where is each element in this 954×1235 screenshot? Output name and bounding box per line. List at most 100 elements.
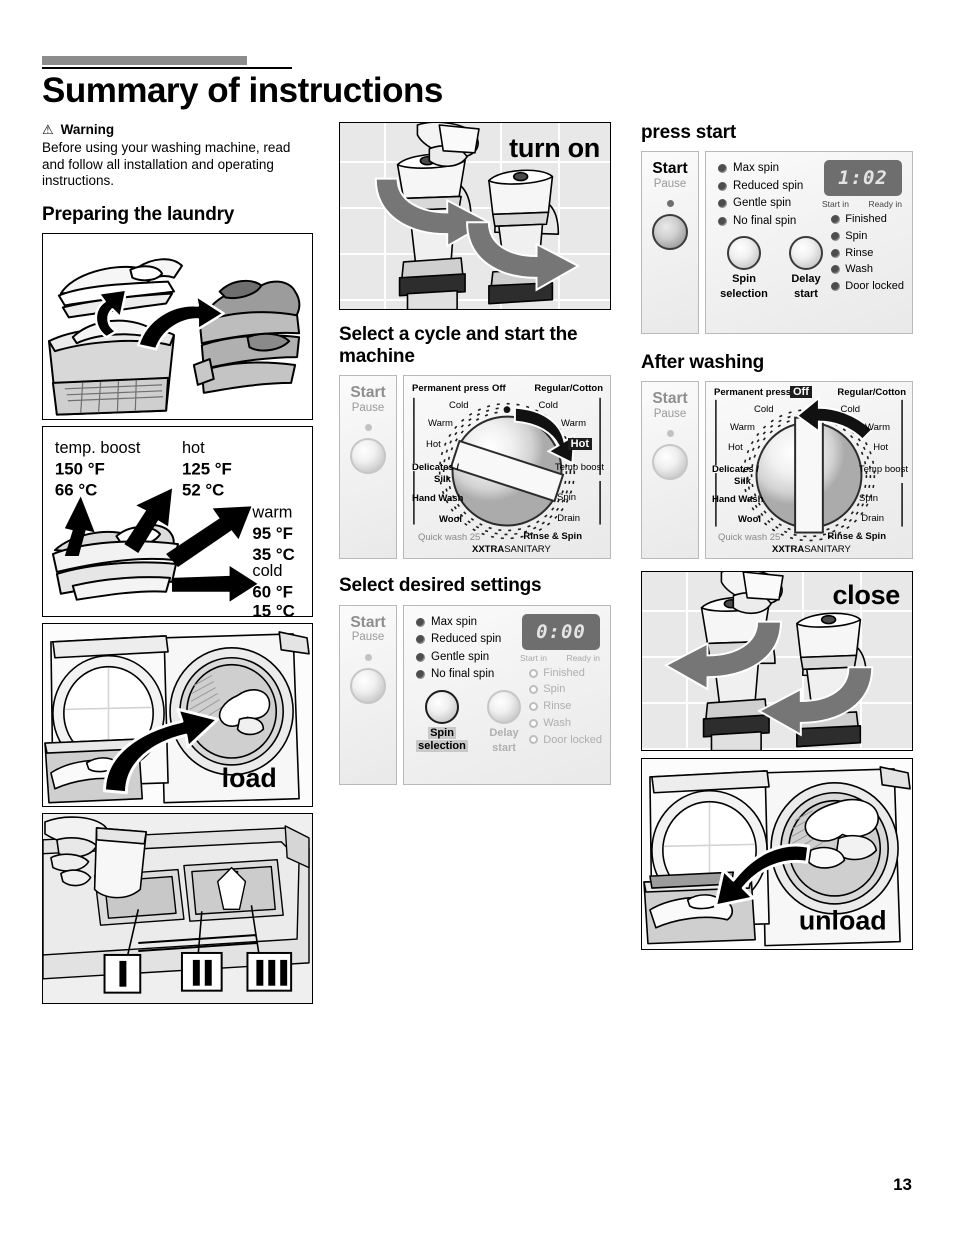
led-icon bbox=[416, 670, 425, 680]
start-pause-module-after: Start Pause bbox=[641, 381, 699, 560]
dial-label-left-warm: Warm bbox=[428, 418, 453, 430]
press-start-module: Max spin Reduced spin Gentle spin No fin… bbox=[705, 151, 913, 335]
dial-label-rinse-spin-after: Rinse & Spin bbox=[827, 531, 886, 543]
temp-boost-f: 150 °F bbox=[55, 460, 105, 479]
led-icon bbox=[831, 215, 841, 225]
spin-option-label: Gentle spin bbox=[431, 650, 490, 663]
arrow-warm bbox=[166, 506, 252, 567]
page-number: 13 bbox=[893, 1175, 912, 1194]
time-display-settings: 0:00 bbox=[522, 613, 600, 650]
led-icon bbox=[718, 181, 727, 191]
stage-item: Finished bbox=[529, 665, 602, 682]
spin-selection-button[interactable] bbox=[425, 689, 459, 724]
stage-label: Finished bbox=[543, 666, 585, 679]
led-icon bbox=[416, 617, 425, 627]
header-rule-thick bbox=[42, 56, 247, 65]
delay-start-button[interactable] bbox=[789, 236, 823, 271]
display-sublabels-settings: Start in Ready in bbox=[520, 653, 600, 663]
stage-item: Door locked bbox=[529, 732, 602, 749]
stage-label: Spin bbox=[543, 683, 566, 696]
manual-page: Summary of instructions ⚠ Warning Before… bbox=[0, 0, 954, 1235]
stage-label: Rinse bbox=[845, 246, 874, 259]
start-button-settings[interactable] bbox=[350, 667, 386, 704]
spin-option-label: Reduced spin bbox=[733, 179, 804, 192]
dial-off-dot bbox=[503, 406, 511, 414]
led-icon bbox=[718, 164, 727, 174]
dial-label-drain-after: Drain bbox=[861, 513, 884, 525]
start-label-settings: Start bbox=[350, 613, 386, 631]
arrow-cold bbox=[172, 565, 258, 602]
dial-label-right-cold-after: Cold bbox=[840, 404, 860, 416]
dial-label-quick-wash: Quick wash 25 bbox=[418, 532, 481, 544]
dial-label-left-cold: Cold bbox=[449, 400, 469, 412]
dial-label-permanent-press-after: Permanent press bbox=[714, 387, 792, 399]
load-illustration: load bbox=[43, 624, 312, 806]
figure-close: close bbox=[641, 571, 913, 752]
delay-start-button[interactable] bbox=[487, 689, 521, 724]
start-button-cycle[interactable] bbox=[350, 438, 386, 475]
spin-selection-label-2: selection bbox=[416, 739, 468, 753]
dial-label-wool: Wool bbox=[439, 514, 463, 526]
led-icon bbox=[416, 635, 425, 645]
panel-select-settings: Start Pause Max spin Reduced spin Gentle… bbox=[339, 604, 611, 785]
spin-option-label: Max spin bbox=[431, 615, 478, 628]
start-in-label: Start in bbox=[520, 652, 547, 663]
figure-close-caption: close bbox=[832, 580, 900, 611]
start-led-press bbox=[666, 200, 674, 208]
dial-label-xxtra-after: XXTRA bbox=[772, 544, 805, 556]
start-button-press[interactable] bbox=[652, 214, 688, 251]
ready-in-label: Ready in bbox=[566, 652, 600, 663]
dial-label-selected-hot: Hot bbox=[567, 438, 592, 451]
led-icon bbox=[831, 265, 841, 275]
figure-detergent-drawer bbox=[42, 813, 313, 1004]
dial-label-regular-cotton-after: Regular/Cotton bbox=[837, 387, 906, 399]
stage-item: Door locked bbox=[831, 278, 904, 295]
dial-label-drain: Drain bbox=[557, 513, 580, 525]
spin-selection-button[interactable] bbox=[727, 236, 761, 271]
dial-label-right-warm: Warm bbox=[561, 418, 586, 430]
dial-label-silk: Silk bbox=[434, 474, 451, 486]
dial-label-wool-after: Wool bbox=[738, 514, 762, 526]
dial-label-temp-boost-after: Temp boost bbox=[858, 464, 908, 476]
dial-label-right-warm-after: Warm bbox=[865, 422, 890, 434]
start-led-after bbox=[666, 430, 674, 438]
stage-label: Wash bbox=[845, 263, 874, 276]
dial-label-spin-after: Spin bbox=[858, 493, 878, 505]
pause-label-press: Pause bbox=[653, 177, 687, 190]
stage-item: Rinse bbox=[831, 245, 904, 262]
time-display-press: 1:02 bbox=[824, 160, 902, 197]
figure-sort-laundry bbox=[42, 233, 313, 420]
spin-option-label: No final spin bbox=[733, 214, 797, 227]
delay-start-button-cell: Delay start bbox=[780, 236, 832, 301]
delay-start-button-cell: Delay start bbox=[478, 689, 530, 755]
stage-label: Door locked bbox=[543, 733, 602, 746]
warning-triangle-icon: ⚠ bbox=[42, 122, 54, 137]
dial-label-xxtra: XXTRA bbox=[472, 544, 505, 556]
dial-label-selected-off: Off bbox=[790, 386, 812, 399]
program-dial-module[interactable]: Permanent press Regular/Cotton Off Cold … bbox=[403, 375, 611, 560]
delay-start-label-2: start bbox=[492, 741, 516, 754]
dial-label-delicates-after: Delicates / bbox=[712, 464, 759, 476]
start-button-after[interactable] bbox=[652, 444, 688, 481]
stage-label: Spin bbox=[845, 229, 868, 242]
figure-unload: unload bbox=[641, 758, 913, 951]
dial-label-regular-cotton: Regular/Cotton bbox=[534, 383, 603, 395]
figure-temperature-chart: temp. boost 150 °F 66 °C hot 125 °F 52 °… bbox=[42, 426, 313, 617]
program-dial-module-after[interactable]: Permanent press Regular/Cotton Off Cold … bbox=[705, 381, 913, 560]
dial-label-temp-boost: Temp boost bbox=[554, 462, 604, 474]
stage-item: Wash bbox=[831, 261, 904, 278]
dial-label-left-hot-after: Hot bbox=[728, 442, 743, 454]
panel-press-start: Start Pause Max spin Reduced spin Gentle… bbox=[641, 151, 913, 335]
dial-label-right-cold: Cold bbox=[538, 400, 558, 412]
dial-label-sanitary-after: SANITARY bbox=[804, 544, 851, 556]
dial-label-permanent-press: Permanent press bbox=[412, 383, 490, 395]
led-icon bbox=[529, 701, 539, 711]
spin-selection-label-1: Spin bbox=[428, 726, 456, 739]
led-icon bbox=[529, 718, 539, 728]
warning-text: Before using your washing machine, read … bbox=[42, 140, 291, 189]
sort-laundry-illustration bbox=[47, 258, 301, 416]
temp-label-hot: hot bbox=[182, 439, 205, 457]
start-pause-module-settings: Start Pause bbox=[339, 604, 397, 785]
heading-select-settings: Select desired settings bbox=[339, 575, 542, 597]
delay-start-label-2: start bbox=[794, 288, 818, 301]
